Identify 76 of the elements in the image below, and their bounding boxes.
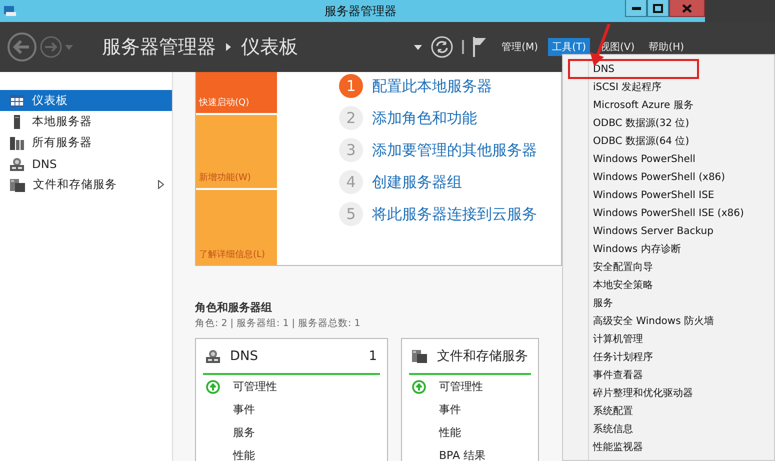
close-button[interactable]	[669, 0, 705, 17]
sidebar-item[interactable]: 所有服务器	[0, 132, 172, 153]
menu-item[interactable]: 工具(T)	[548, 38, 590, 56]
separator-icon	[462, 40, 464, 54]
role-count: 1	[368, 348, 377, 364]
step-number: 5	[339, 202, 363, 226]
menu-item[interactable]: 事件查看器	[563, 366, 774, 384]
sidebar-item[interactable]: 本地服务器	[0, 111, 172, 132]
flag-icon[interactable]	[472, 37, 487, 57]
close-icon	[682, 4, 692, 12]
sidebar-item[interactable]: 文件和存储服务	[0, 174, 172, 195]
menu-item[interactable]: Windows 内存诊断	[563, 240, 774, 258]
card-title[interactable]: 文件和存储服务	[437, 347, 528, 365]
step-link[interactable]: 添加要管理的其他服务器	[372, 140, 537, 160]
step-link[interactable]: 添加角色和功能	[372, 108, 477, 128]
menu-item[interactable]: 安全配置向导	[563, 258, 774, 276]
card-row-link[interactable]: 事件	[233, 402, 255, 417]
section-summary: 角色: 2 | 服务器组: 1 | 服务器总数: 1	[195, 317, 360, 330]
card-row-link[interactable]: 性能	[439, 425, 461, 440]
dashboard-icon	[10, 94, 24, 106]
card-row-link[interactable]: 可管理性	[439, 379, 483, 394]
breadcrumb-item: 仪表板	[241, 35, 298, 60]
menu-item[interactable]: 帮助(H)	[644, 38, 688, 56]
maximize-button[interactable]	[647, 0, 669, 17]
menu-item[interactable]: 性能监视器	[563, 438, 774, 456]
sidebar-item[interactable]: DNS	[0, 153, 172, 174]
menu-item[interactable]: DNS	[569, 60, 698, 78]
card-title[interactable]: DNS	[230, 348, 359, 364]
expand-arrow-icon[interactable]	[158, 180, 164, 189]
step-number: 3	[339, 138, 363, 162]
menu-item[interactable]: 任务计划程序	[563, 348, 774, 366]
menu-item[interactable]: Windows PowerShell	[563, 150, 774, 168]
window-title: 服务器管理器	[324, 2, 398, 20]
step-number: 4	[339, 170, 363, 194]
menu-item[interactable]: Windows PowerShell ISE (x86)	[563, 204, 774, 222]
menu-item[interactable]: iSCSI 发起程序	[563, 78, 774, 96]
servers-icon	[10, 136, 24, 150]
menu-item[interactable]: Windows PowerShell ISE	[563, 186, 774, 204]
card-row-link[interactable]: BPA 结果	[439, 448, 486, 461]
maximize-icon	[653, 4, 663, 12]
caret-icon[interactable]	[414, 44, 422, 50]
minimize-button[interactable]	[625, 0, 647, 17]
server-role-icon	[10, 156, 24, 170]
menu-item[interactable]: Microsoft Azure 服务	[563, 96, 774, 114]
menu-item[interactable]: 计算机管理	[563, 330, 774, 348]
sidebar-item[interactable]: 仪表板	[0, 90, 172, 111]
folder-storage-icon	[10, 178, 25, 192]
step-number: 2	[339, 106, 363, 130]
step-link[interactable]: 创建服务器组	[372, 172, 462, 192]
back-icon[interactable]	[7, 32, 37, 62]
section-heading: 角色和服务器组	[195, 300, 272, 315]
menu-item[interactable]: Windows Server Backup	[563, 222, 774, 240]
menu-item[interactable]: 碎片整理和优化驱动器	[563, 384, 774, 402]
menu-item[interactable]: 系统信息	[563, 420, 774, 438]
step-number: 1	[339, 74, 363, 98]
menu-item[interactable]: ODBC 数据源(32 位)	[563, 114, 774, 132]
server-role-icon	[206, 349, 220, 363]
menu-item[interactable]: 本地安全策略	[563, 276, 774, 294]
folder-storage-icon	[412, 349, 427, 363]
app-icon	[4, 5, 16, 17]
card-row-link[interactable]: 性能	[233, 448, 255, 461]
card-row-link[interactable]: 事件	[439, 402, 461, 417]
step-link[interactable]: 配置此本地服务器	[372, 76, 492, 96]
card-row-link[interactable]: 可管理性	[233, 379, 277, 394]
menu-item[interactable]: 服务	[563, 294, 774, 312]
menu-item[interactable]: Windows PowerShell (x86)	[563, 168, 774, 186]
menu-item[interactable]: 系统配置	[563, 402, 774, 420]
breadcrumb-item[interactable]: 服务器管理器	[102, 34, 216, 60]
breadcrumb-arrow-icon	[226, 43, 231, 51]
menu-item[interactable]: 管理(M)	[498, 38, 542, 56]
card-row-link[interactable]: 服务	[233, 425, 255, 440]
menu-item[interactable]: 高级安全 Windows 防火墙	[563, 312, 774, 330]
refresh-icon[interactable]	[430, 36, 453, 58]
menu-item[interactable]: ODBC 数据源(64 位)	[563, 132, 774, 150]
step-link[interactable]: 将此服务器连接到云服务	[372, 204, 537, 224]
minimize-icon	[632, 6, 640, 10]
